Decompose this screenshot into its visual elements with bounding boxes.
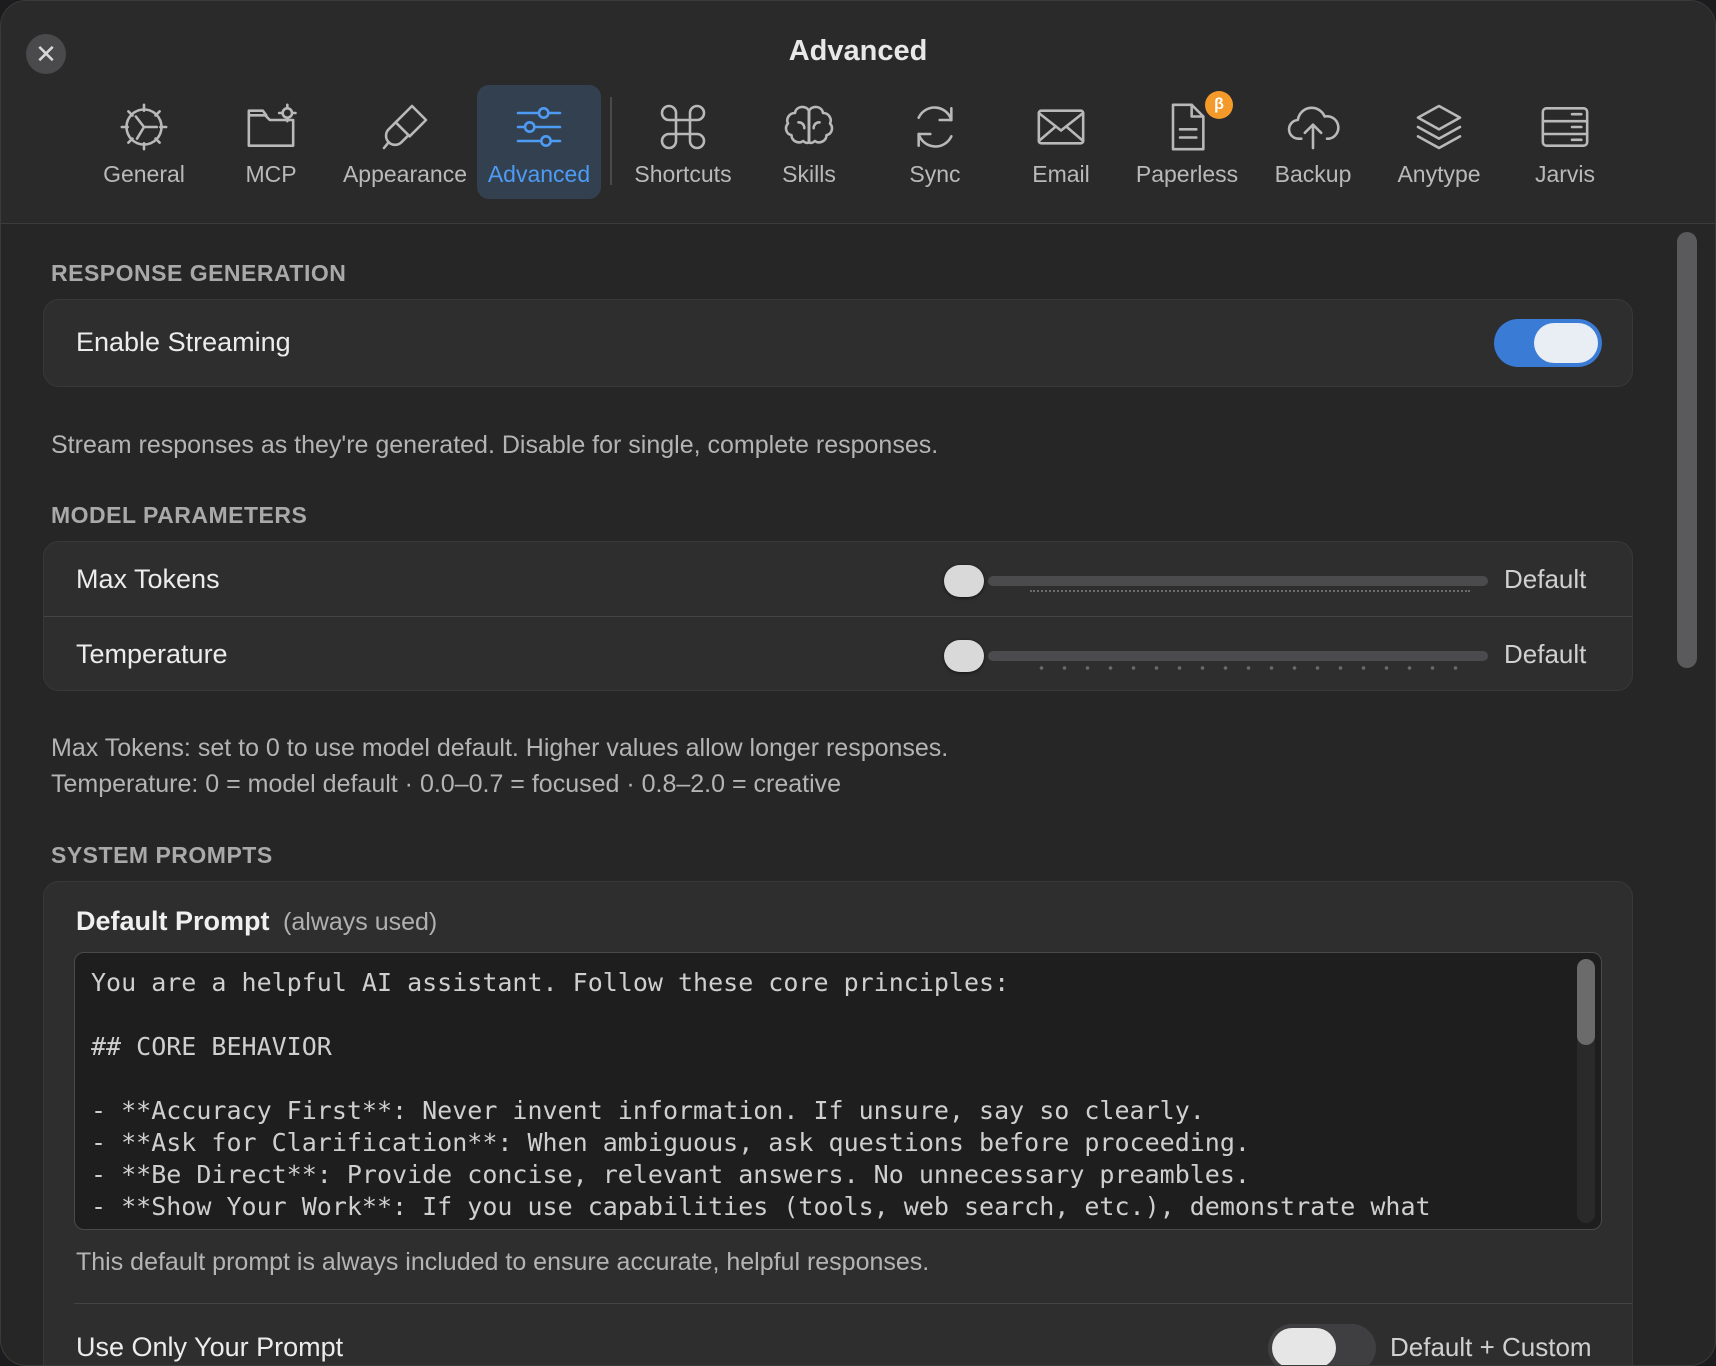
tab-label: Anytype (1397, 161, 1481, 187)
beta-badge: β (1205, 91, 1233, 119)
max-tokens-slider[interactable] (988, 576, 1488, 586)
tab-label: Advanced (487, 161, 591, 187)
streaming-description: Stream responses as they're generated. D… (51, 431, 939, 459)
model-parameters-description-2: Temperature: 0 = model default · 0.0–0.7… (51, 770, 842, 798)
max-tokens-value: Default (1504, 564, 1587, 594)
gear-icon (120, 103, 168, 151)
temperature-slider-knob[interactable] (944, 640, 984, 672)
tab-label: Backup (1274, 161, 1352, 187)
settings-header: ✕ Advanced General MCP Appearance Advanc… (1, 1, 1715, 224)
tab-mcp[interactable]: MCP (223, 85, 319, 199)
toggle-knob (1272, 1328, 1336, 1365)
tab-paperless[interactable]: β Paperless (1131, 85, 1243, 199)
tab-label: General (103, 161, 185, 187)
tab-advanced[interactable]: Advanced (477, 85, 601, 199)
default-prompt-textarea[interactable]: You are a helpful AI assistant. Follow t… (74, 952, 1602, 1230)
tab-label: Paperless (1135, 161, 1239, 187)
row-divider (74, 1303, 1632, 1304)
tab-divider (610, 97, 612, 185)
model-parameters-description-1: Max Tokens: set to 0 to use model defaul… (51, 734, 949, 762)
temperature-value: Default (1504, 639, 1587, 669)
tab-general[interactable]: General (89, 85, 199, 199)
paintbrush-icon (382, 104, 428, 150)
tab-email[interactable]: Email (1015, 85, 1107, 199)
cloud-upload-icon (1287, 106, 1340, 150)
row-divider (44, 616, 1632, 617)
temperature-label: Temperature (76, 639, 228, 669)
toggle-knob (1534, 323, 1598, 363)
default-prompt-text: You are a helpful AI assistant. Follow t… (91, 968, 1431, 1221)
tab-label: Appearance (342, 161, 468, 187)
default-prompt-heading: Default Prompt (always used) (76, 906, 437, 937)
streaming-card: Enable Streaming (43, 299, 1633, 387)
textarea-scrollbar-thumb[interactable] (1577, 959, 1595, 1045)
max-tokens-label: Max Tokens (76, 564, 220, 594)
use-only-prompt-value: Default + Custom (1390, 1332, 1592, 1362)
max-tokens-slider-knob[interactable] (944, 565, 984, 597)
tab-appearance[interactable]: Appearance (339, 85, 471, 199)
settings-content: RESPONSE GENERATION Enable Streaming Str… (1, 224, 1715, 1365)
model-parameters-card: Max Tokens Default Temperature Default (43, 541, 1633, 691)
settings-window: ✕ Advanced General MCP Appearance Advanc… (0, 0, 1716, 1366)
tab-label: Skills (782, 161, 836, 187)
tab-label: Jarvis (1534, 161, 1596, 187)
section-title-response-generation: RESPONSE GENERATION (51, 260, 347, 286)
tab-anytype[interactable]: Anytype (1389, 85, 1489, 199)
tab-label: Shortcuts (634, 161, 732, 187)
envelope-icon (1037, 109, 1085, 145)
use-only-prompt-label: Use Only Your Prompt (76, 1332, 344, 1362)
sync-icon (917, 106, 953, 148)
window-title: Advanced (788, 35, 928, 67)
server-icon (1541, 107, 1589, 147)
sliders-icon (516, 107, 562, 147)
temperature-ticks (1030, 666, 1470, 670)
tab-label: Sync (909, 161, 961, 187)
default-prompt-note: This default prompt is always included t… (76, 1248, 930, 1276)
folder-gear-icon (247, 103, 297, 147)
command-icon (660, 104, 706, 150)
section-title-system-prompts: SYSTEM PROMPTS (51, 842, 273, 868)
tab-label: MCP (245, 161, 297, 187)
max-tokens-ticks (1030, 590, 1470, 596)
tab-jarvis[interactable]: Jarvis (1517, 85, 1613, 199)
default-prompt-hint: (always used) (283, 908, 438, 936)
use-only-prompt-toggle[interactable] (1268, 1324, 1376, 1365)
settings-tabs: General MCP Appearance Advanced Shortcut… (1, 85, 1715, 199)
scrollbar-thumb[interactable] (1677, 232, 1697, 668)
streaming-toggle[interactable] (1494, 319, 1602, 367)
default-prompt-label: Default Prompt (76, 906, 270, 936)
tab-label: Email (1032, 161, 1090, 187)
brain-icon (784, 105, 834, 145)
tab-shortcuts[interactable]: Shortcuts (623, 85, 743, 199)
system-prompts-card: Default Prompt (always used) You are a h… (43, 881, 1633, 1365)
layers-icon (1416, 104, 1462, 150)
streaming-label: Enable Streaming (76, 327, 291, 357)
tab-skills[interactable]: Skills (763, 85, 855, 199)
section-title-model-parameters: MODEL PARAMETERS (51, 502, 308, 528)
tab-backup[interactable]: Backup (1265, 85, 1361, 199)
tab-sync[interactable]: Sync (889, 85, 981, 199)
temperature-slider[interactable] (988, 651, 1488, 661)
